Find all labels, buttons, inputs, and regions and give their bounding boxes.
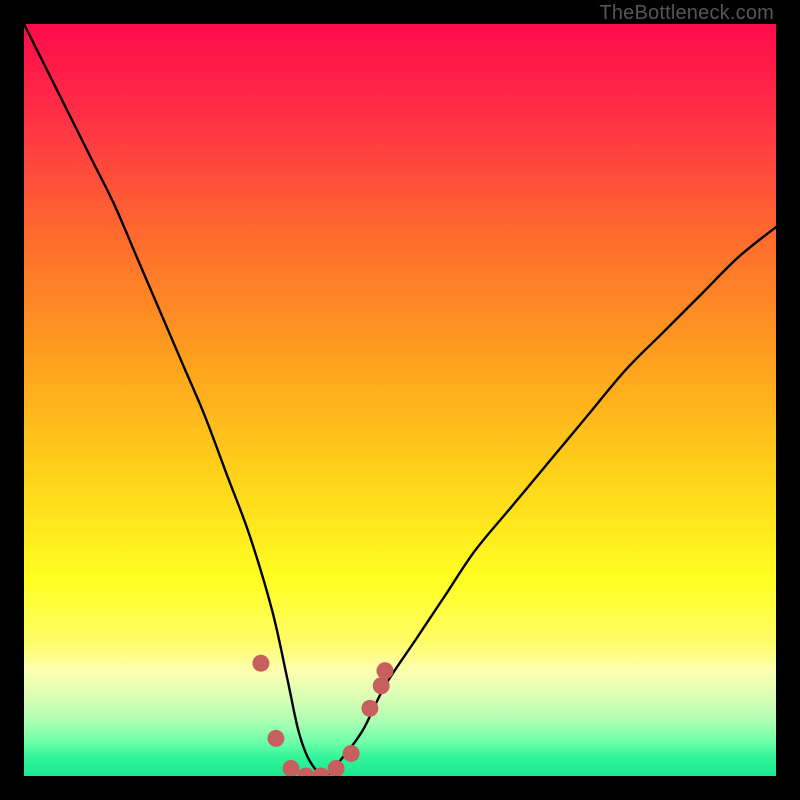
chart-frame [24,24,776,776]
watermark-text: TheBottleneck.com [599,2,774,25]
marker-point [376,662,393,679]
marker-point [361,700,378,717]
marker-point [343,745,360,762]
marker-point [267,730,284,747]
marker-point [252,655,269,672]
marker-point [373,677,390,694]
chart-svg [24,24,776,776]
